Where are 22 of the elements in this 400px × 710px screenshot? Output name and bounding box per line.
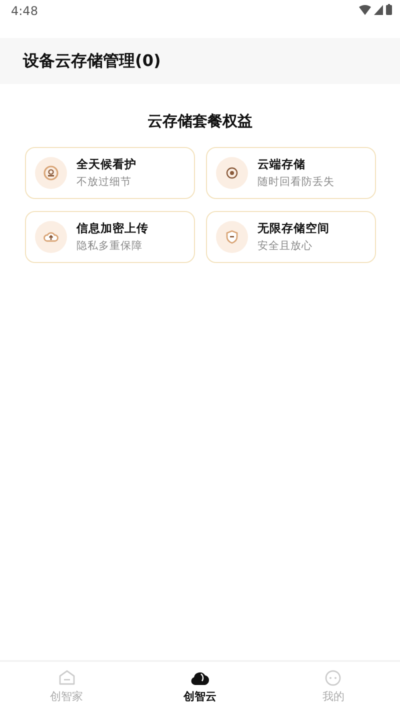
record-icon — [224, 165, 240, 181]
benefit-title: 全天候看护 — [76, 157, 136, 172]
benefit-title: 无限存储空间 — [258, 221, 330, 236]
nav-tab[interactable]: 我的 — [266, 662, 400, 710]
benefit-subtitle: 不放过细节 — [76, 175, 132, 189]
wifi-icon — [359, 4, 371, 14]
section-title: 云存储套餐权益 — [148, 112, 252, 131]
benefit-subtitle: 安全且放心 — [258, 239, 314, 253]
nav-tab[interactable]: 创智家 — [0, 662, 134, 710]
battery-icon — [386, 4, 392, 15]
camera-icon — [42, 165, 58, 181]
benefit-subtitle: 隐私多重保障 — [76, 239, 144, 253]
benefit-title: 信息加密上传 — [76, 221, 148, 236]
face-icon — [323, 668, 344, 686]
home-icon — [56, 668, 77, 686]
shield-icon — [224, 229, 240, 245]
benefit-subtitle: 随时回看防丢失 — [258, 175, 334, 189]
status-time: 4:48 — [11, 4, 38, 18]
nav-tab[interactable]: 创智云 — [133, 662, 267, 710]
signal-icon — [374, 4, 383, 14]
benefit-title: 云端存储 — [258, 157, 306, 172]
page-title: 设备云存储管理(0) — [23, 50, 161, 72]
